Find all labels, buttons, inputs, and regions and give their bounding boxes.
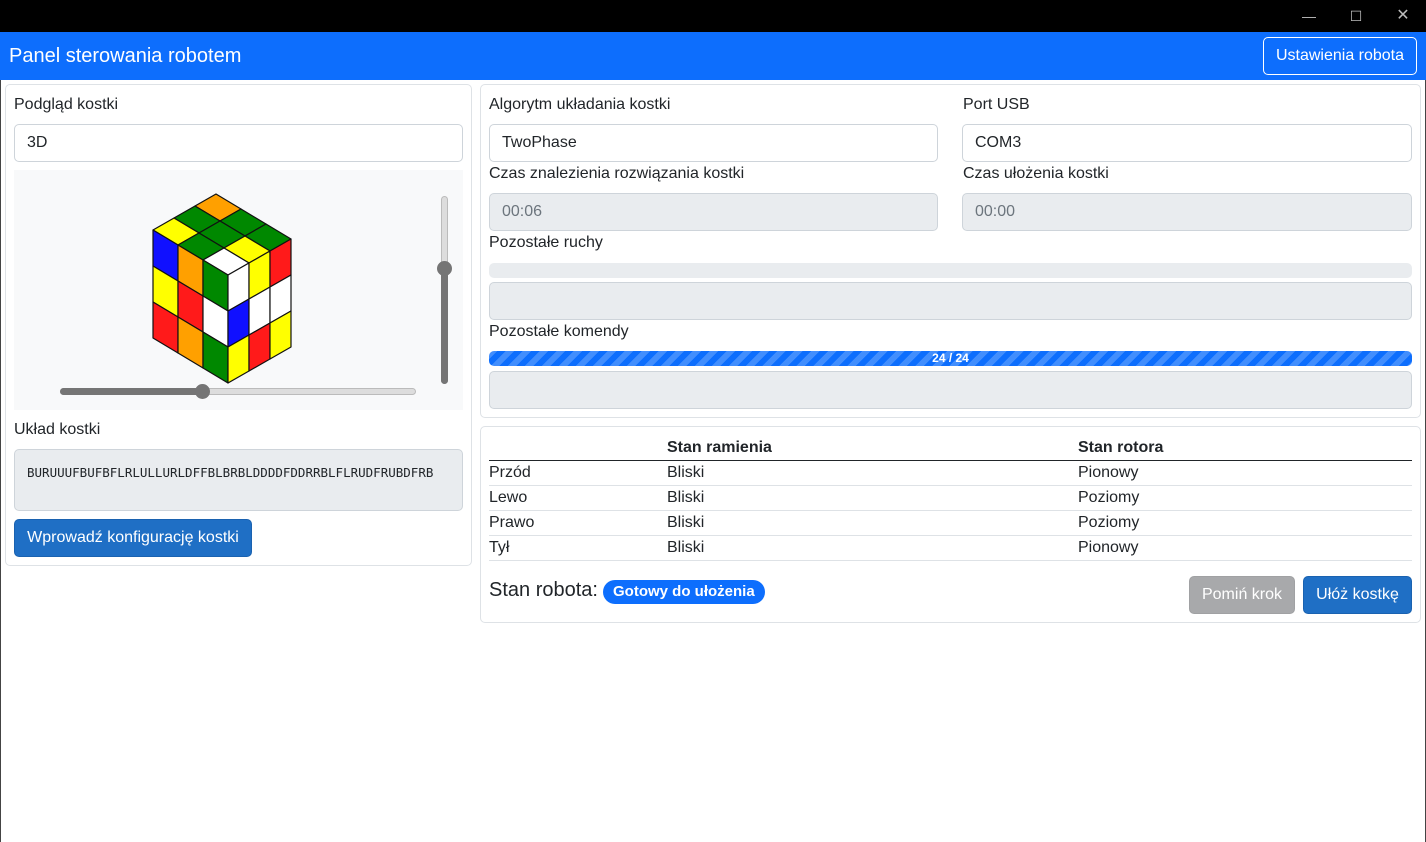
status-badge: Gotowy do ułożenia <box>603 580 765 604</box>
find-time-field: 00:06 <box>489 193 938 231</box>
zoom-slider-handle[interactable] <box>437 261 452 276</box>
table-cell: Tył <box>489 535 667 561</box>
table-row: Tył Bliski Pionowy <box>489 535 1412 561</box>
remaining-commands-progress: 24 / 24 <box>489 351 1412 366</box>
minimize-icon[interactable]: — <box>1286 0 1332 32</box>
usb-port-label: Port USB <box>963 96 1030 113</box>
find-time-label: Czas znalezienia rozwiązania kostki <box>489 165 745 182</box>
table-row: Lewo Bliski Poziomy <box>489 485 1412 511</box>
navbar: Panel sterowania robotem Ustawienia robo… <box>0 32 1426 80</box>
table-cell: Bliski <box>667 535 1078 561</box>
maximize-icon[interactable]: ☐ <box>1333 0 1379 32</box>
table-cell: Bliski <box>667 460 1078 486</box>
solve-time-field: 00:00 <box>962 193 1412 231</box>
remaining-moves-label: Pozostałe ruchy <box>489 234 603 251</box>
remaining-commands-label: Pozostałe komendy <box>489 323 629 340</box>
robot-settings-button[interactable]: Ustawienia robota <box>1263 37 1417 75</box>
remaining-moves-field <box>489 282 1412 320</box>
algorithm-select[interactable]: TwoPhase <box>489 124 938 162</box>
cube-layout-label: Układ kostki <box>14 421 101 438</box>
cube-3d-viewer[interactable] <box>14 170 463 410</box>
table-cell: Pionowy <box>1078 460 1412 486</box>
solve-cube-button[interactable]: Ułóż kostkę <box>1303 576 1412 614</box>
rotation-slider-handle[interactable] <box>195 384 210 399</box>
robot-state-table: Stan ramienia Stan rotora Przód Bliski P… <box>489 434 1412 561</box>
algorithm-label: Algorytm układania kostki <box>489 96 671 113</box>
remaining-commands-field <box>489 371 1412 409</box>
remaining-moves-progress <box>489 263 1412 278</box>
window-border-left <box>0 80 1 842</box>
cube-string: BURUUUFBUFBFLRLULLURLDFFBLBRBLDDDDFDDRRB… <box>14 449 463 511</box>
table-cell: Bliski <box>667 510 1078 536</box>
enter-config-button[interactable]: Wprowadź konfigurację kostki <box>14 519 252 557</box>
table-header: Stan ramienia <box>667 434 1078 461</box>
progress-text: 24 / 24 <box>932 351 969 365</box>
skip-step-button[interactable]: Pomiń krok <box>1189 576 1295 614</box>
rubiks-cube-icon <box>152 193 292 384</box>
table-row: Przód Bliski Pionowy <box>489 460 1412 486</box>
table-cell: Bliski <box>667 485 1078 511</box>
table-row: Prawo Bliski Poziomy <box>489 510 1412 536</box>
zoom-slider-fill <box>441 268 448 384</box>
table-cell: Przód <box>489 460 667 486</box>
table-cell: Poziomy <box>1078 485 1412 511</box>
usb-port-select[interactable]: COM3 <box>962 124 1412 162</box>
table-header <box>489 434 667 461</box>
table-cell: Poziomy <box>1078 510 1412 536</box>
rotation-slider-fill <box>60 388 203 395</box>
table-cell: Lewo <box>489 485 667 511</box>
table-cell: Prawo <box>489 510 667 536</box>
preview-mode-select[interactable]: 3D <box>14 124 463 162</box>
solve-time-label: Czas ułożenia kostki <box>963 165 1109 182</box>
robot-status-label: Stan robota: <box>489 579 598 601</box>
app-title: Panel sterowania robotem <box>9 45 242 67</box>
preview-label: Podgląd kostki <box>14 96 119 113</box>
table-header: Stan rotora <box>1078 434 1412 461</box>
close-icon[interactable]: ✕ <box>1380 0 1426 32</box>
table-cell: Pionowy <box>1078 535 1412 561</box>
window-titlebar: — ☐ ✕ <box>0 0 1426 32</box>
